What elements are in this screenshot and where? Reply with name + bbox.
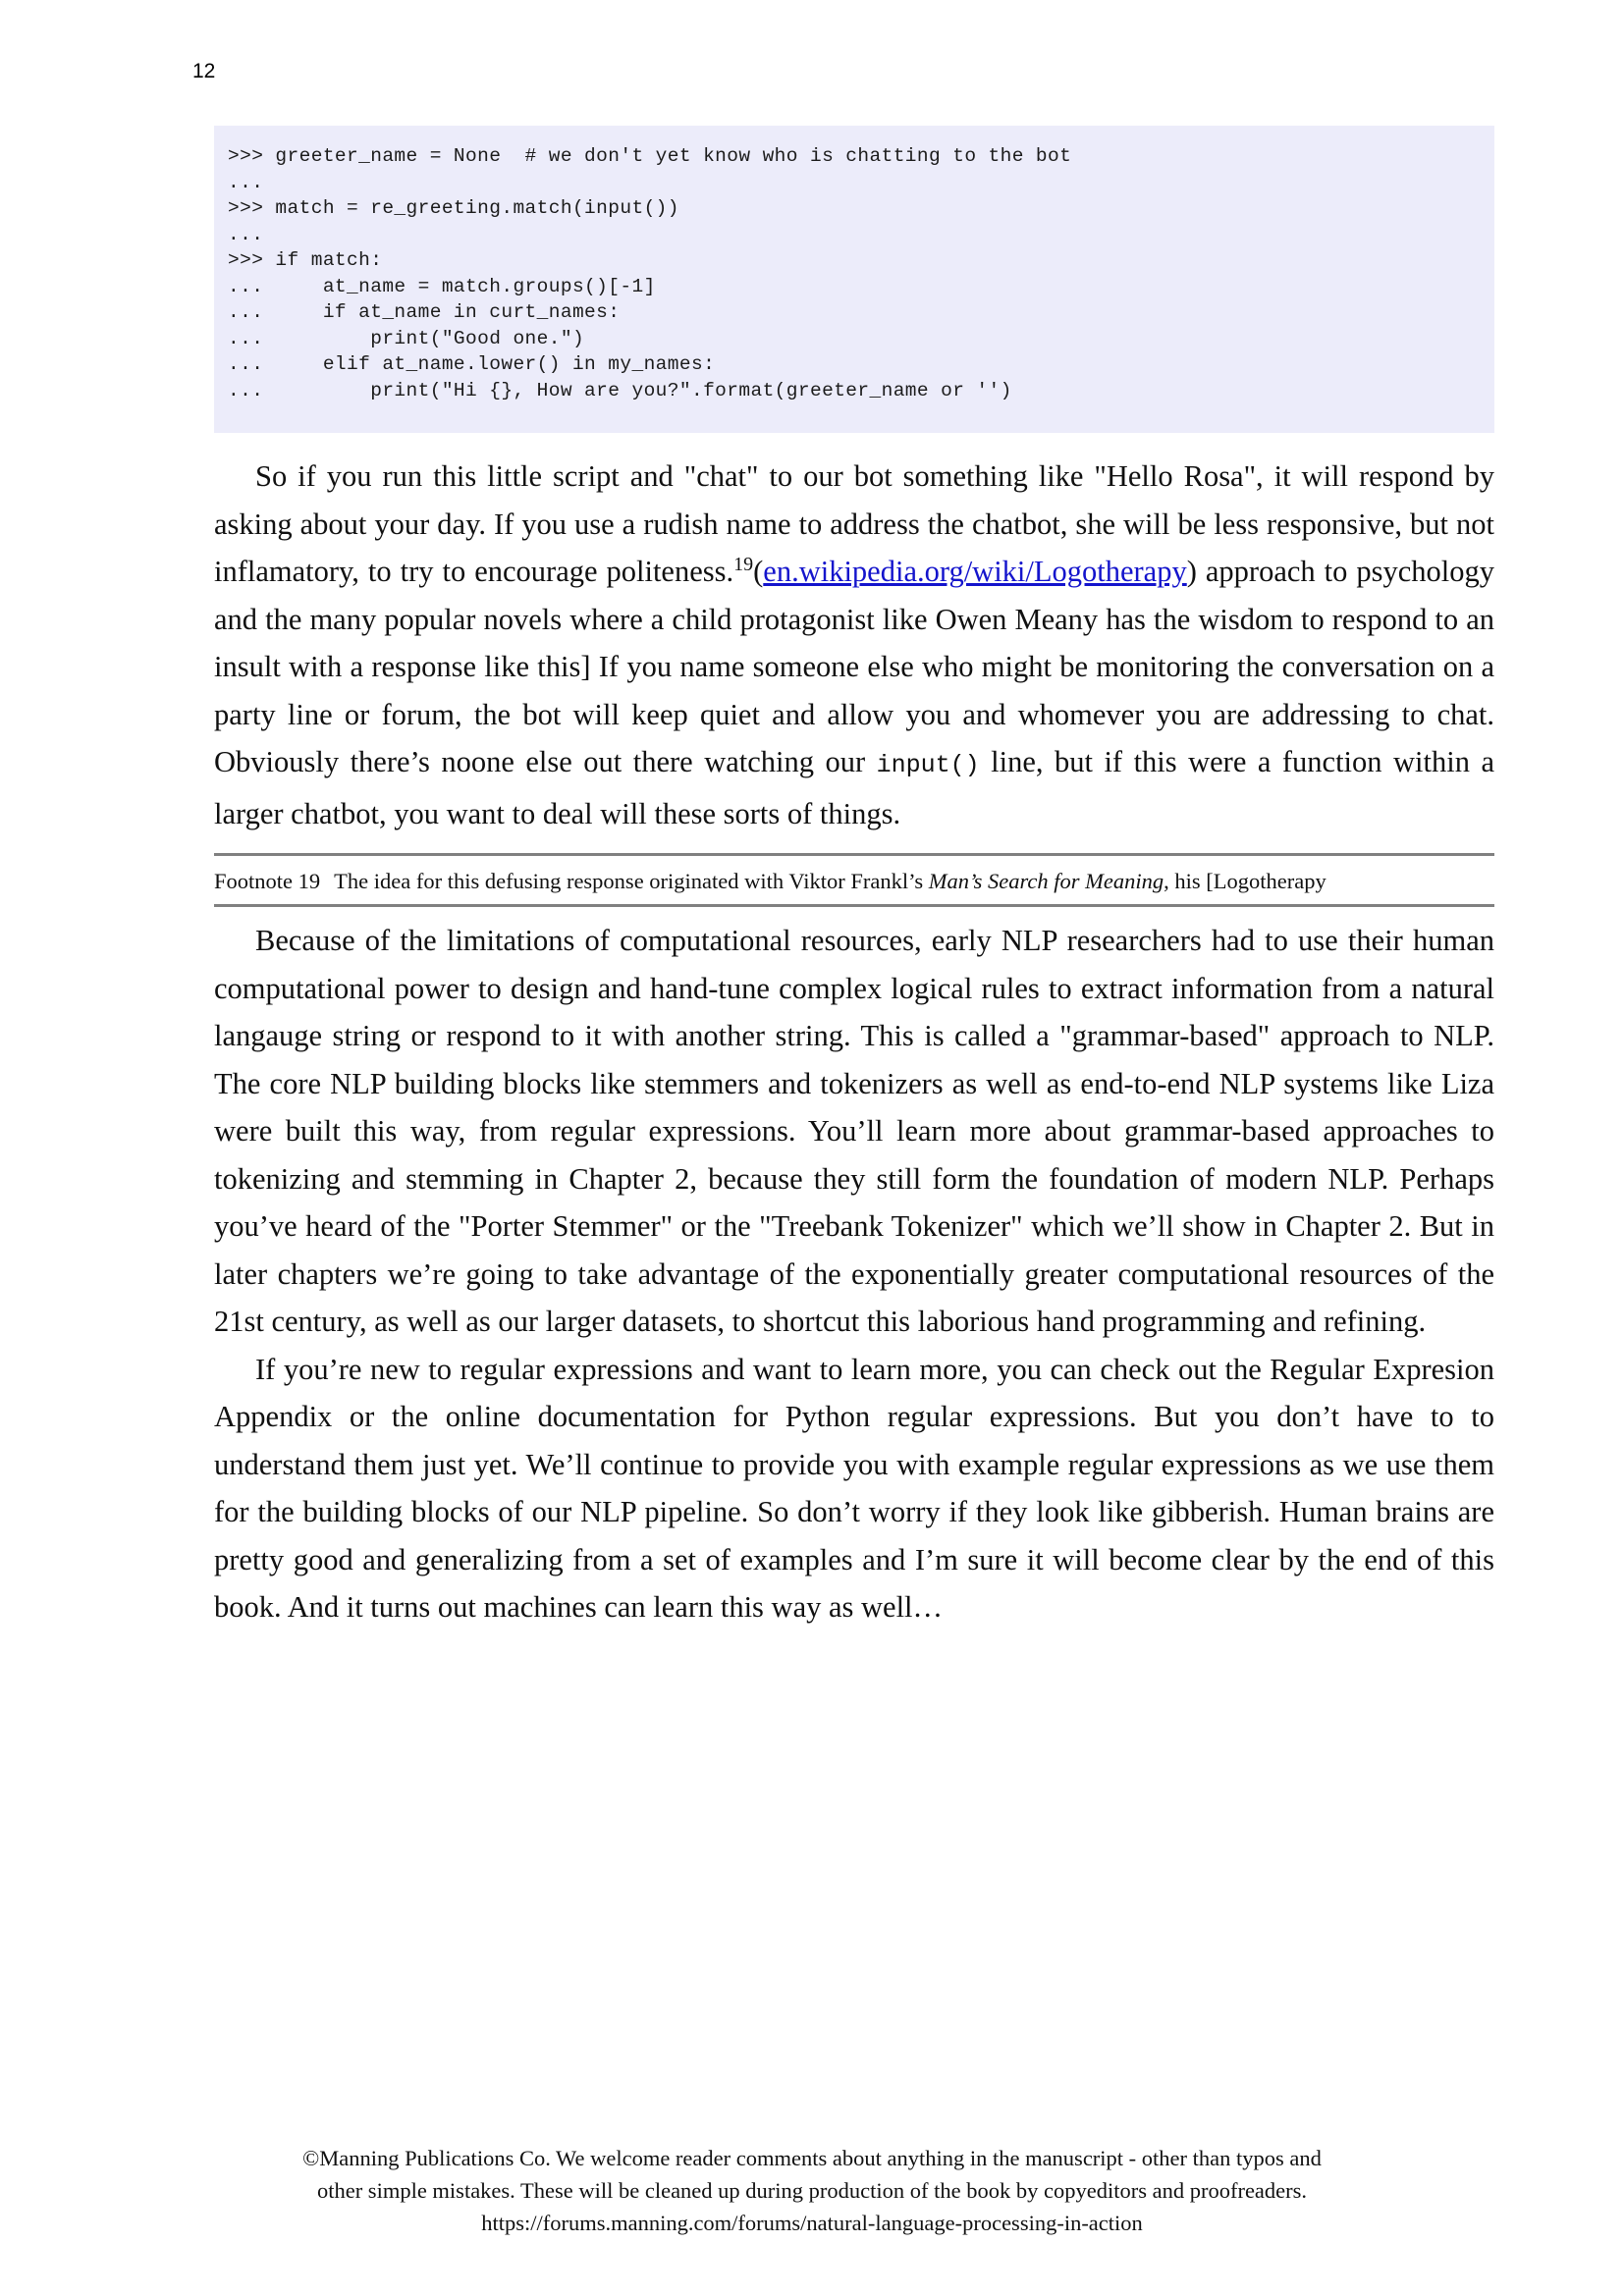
footer-line-1: ©Manning Publications Co. We welcome rea… bbox=[302, 2146, 1322, 2170]
footnote-text-after: , his [Logotherapy bbox=[1164, 869, 1326, 893]
footnote-reference-19[interactable]: 19 bbox=[733, 554, 753, 575]
code-line: ... print("Good one.") bbox=[228, 327, 585, 349]
paragraph-3-text: If you’re new to regular expressions and… bbox=[214, 1352, 1494, 1625]
footnote-block: Footnote 19 The idea for this defusing re… bbox=[214, 853, 1494, 907]
paragraph-2-text: Because of the limitations of computatio… bbox=[214, 924, 1494, 1338]
page-content: >>> greeter_name = None # we don't yet k… bbox=[214, 126, 1494, 1631]
footnote-book-title: Man’s Search for Meaning bbox=[928, 869, 1164, 893]
code-line: >>> match = re_greeting.match(input()) bbox=[228, 197, 679, 219]
paragraph-1-segment-2: ( bbox=[753, 555, 764, 588]
code-line: >>> if match: bbox=[228, 249, 383, 271]
code-line: ... at_name = match.groups()[-1] bbox=[228, 275, 656, 297]
code-line: ... print("Hi {}, How are you?".format(g… bbox=[228, 379, 1012, 401]
code-line: >>> greeter_name = None # we don't yet k… bbox=[228, 145, 1072, 167]
footnote-text-before: The idea for this defusing response orig… bbox=[334, 869, 929, 893]
inline-code-input: input() bbox=[876, 751, 980, 779]
paragraph-1: So if you run this little script and "ch… bbox=[214, 453, 1494, 837]
code-line: ... elif at_name.lower() in my_names: bbox=[228, 353, 716, 375]
code-line: ... if at_name in curt_names: bbox=[228, 301, 621, 323]
footer-line-2: other simple mistakes. These will be cle… bbox=[316, 2178, 1308, 2203]
footer-forum-url: https://forums.manning.com/forums/natura… bbox=[481, 2211, 1143, 2235]
document-page: 12 >>> greeter_name = None # we don't ye… bbox=[0, 0, 1624, 2296]
code-line: ... bbox=[228, 223, 264, 245]
code-block: >>> greeter_name = None # we don't yet k… bbox=[214, 126, 1494, 433]
page-footer: ©Manning Publications Co. We welcome rea… bbox=[0, 2142, 1624, 2239]
footnote-rule-bottom bbox=[214, 904, 1494, 907]
footnote-text: Footnote 19 The idea for this defusing re… bbox=[214, 856, 1494, 904]
page-number: 12 bbox=[192, 60, 216, 82]
footnote-label: Footnote 19 bbox=[214, 869, 321, 893]
code-line: ... bbox=[228, 171, 264, 193]
paragraph-2: Because of the limitations of computatio… bbox=[214, 917, 1494, 1346]
paragraph-3: If you’re new to regular expressions and… bbox=[214, 1346, 1494, 1631]
logotherapy-link[interactable]: en.wikipedia.org/wiki/Logotherapy bbox=[763, 555, 1186, 588]
